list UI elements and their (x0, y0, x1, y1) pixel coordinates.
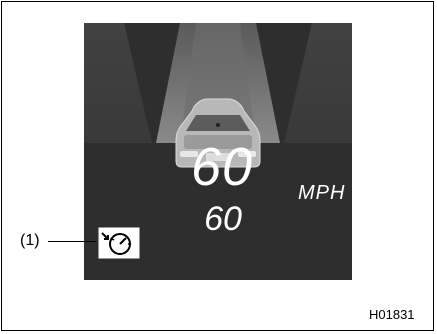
left-lane-shadow (84, 23, 152, 143)
set-speed: 60 (204, 200, 242, 238)
current-speed: 60 (190, 137, 254, 197)
figure-code: H01831 (369, 307, 415, 322)
right-lane-shadow (284, 23, 352, 143)
speed-unit: MPH (298, 182, 346, 204)
callout-label: (1) (20, 232, 40, 249)
speedometer-with-arrow-icon (98, 227, 140, 259)
callout-leader-line (48, 241, 96, 242)
